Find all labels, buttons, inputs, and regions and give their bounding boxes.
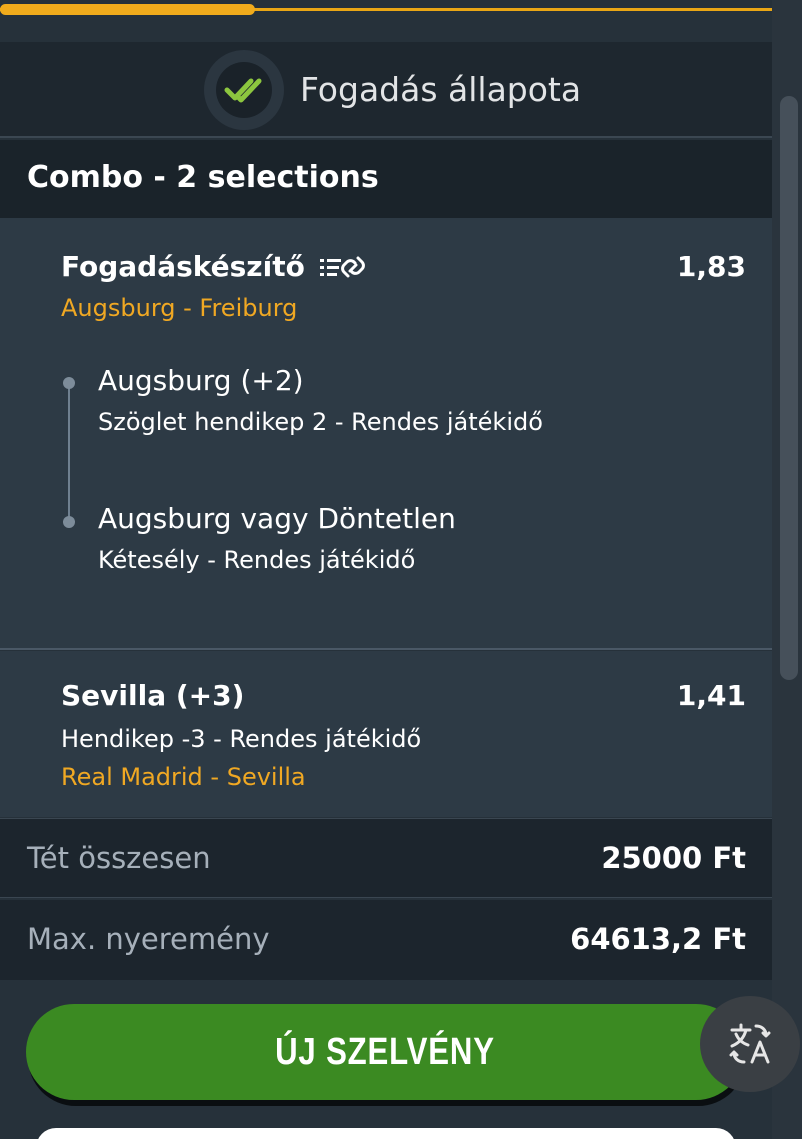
legs-connector <box>68 380 70 522</box>
stake-total-row: Tét összesen 25000 Ft <box>0 818 772 898</box>
selection-match: Augsburg - Freiburg <box>61 294 298 322</box>
selection-odds: 1,41 <box>676 679 746 712</box>
combo-header: Combo - 2 selections <box>0 140 772 218</box>
translate-icon <box>729 1023 771 1064</box>
new-slip-button[interactable]: ÚJ SZELVÉNY <box>26 1004 744 1100</box>
scrollbar-thumb[interactable] <box>780 96 798 680</box>
selection-bet-builder: Fogadáskészítő 1,83 Augsburg - Freiburg … <box>0 218 772 650</box>
selection-title: Fogadáskészítő <box>61 250 305 283</box>
max-win-row: Max. nyeremény 64613,2 Ft <box>0 900 772 980</box>
selection-title: Sevilla (+3) <box>61 679 245 712</box>
stake-label: Tét összesen <box>27 841 211 875</box>
selection-match: Real Madrid - Sevilla <box>61 763 306 791</box>
double-check-icon <box>216 62 272 118</box>
page-title: Fogadás állapota <box>300 70 582 109</box>
leg-dot <box>63 377 75 389</box>
max-win-value: 64613,2 Ft <box>570 922 746 956</box>
selection-odds: 1,83 <box>676 250 746 283</box>
max-win-label: Max. nyeremény <box>27 922 270 956</box>
leg-dot <box>63 516 75 528</box>
translate-button[interactable] <box>700 996 800 1092</box>
bet-builder-link-icon <box>318 254 370 282</box>
bet-status-header: Fogadás állapota <box>0 42 772 138</box>
progress-fill <box>0 4 255 15</box>
new-slip-label: ÚJ SZELVÉNY <box>275 1030 495 1073</box>
selection-single: Sevilla (+3) 1,41 Hendikep -3 - Rendes j… <box>0 651 772 817</box>
next-card-edge <box>36 1128 736 1139</box>
selection-description: Hendikep -3 - Rendes játékidő <box>61 725 422 753</box>
bet-status-page: Fogadás állapota Combo - 2 selections Fo… <box>0 0 802 1139</box>
leg-title: Augsburg (+2) <box>98 364 304 397</box>
leg-description: Kétesély - Rendes játékidő <box>98 546 416 574</box>
leg-description: Szöglet hendikep 2 - Rendes játékidő <box>98 408 543 436</box>
leg-title: Augsburg vagy Döntetlen <box>98 502 456 535</box>
status-icon-badge <box>204 50 284 130</box>
combo-title: Combo - 2 selections <box>27 160 379 195</box>
stake-value: 25000 Ft <box>601 841 746 875</box>
